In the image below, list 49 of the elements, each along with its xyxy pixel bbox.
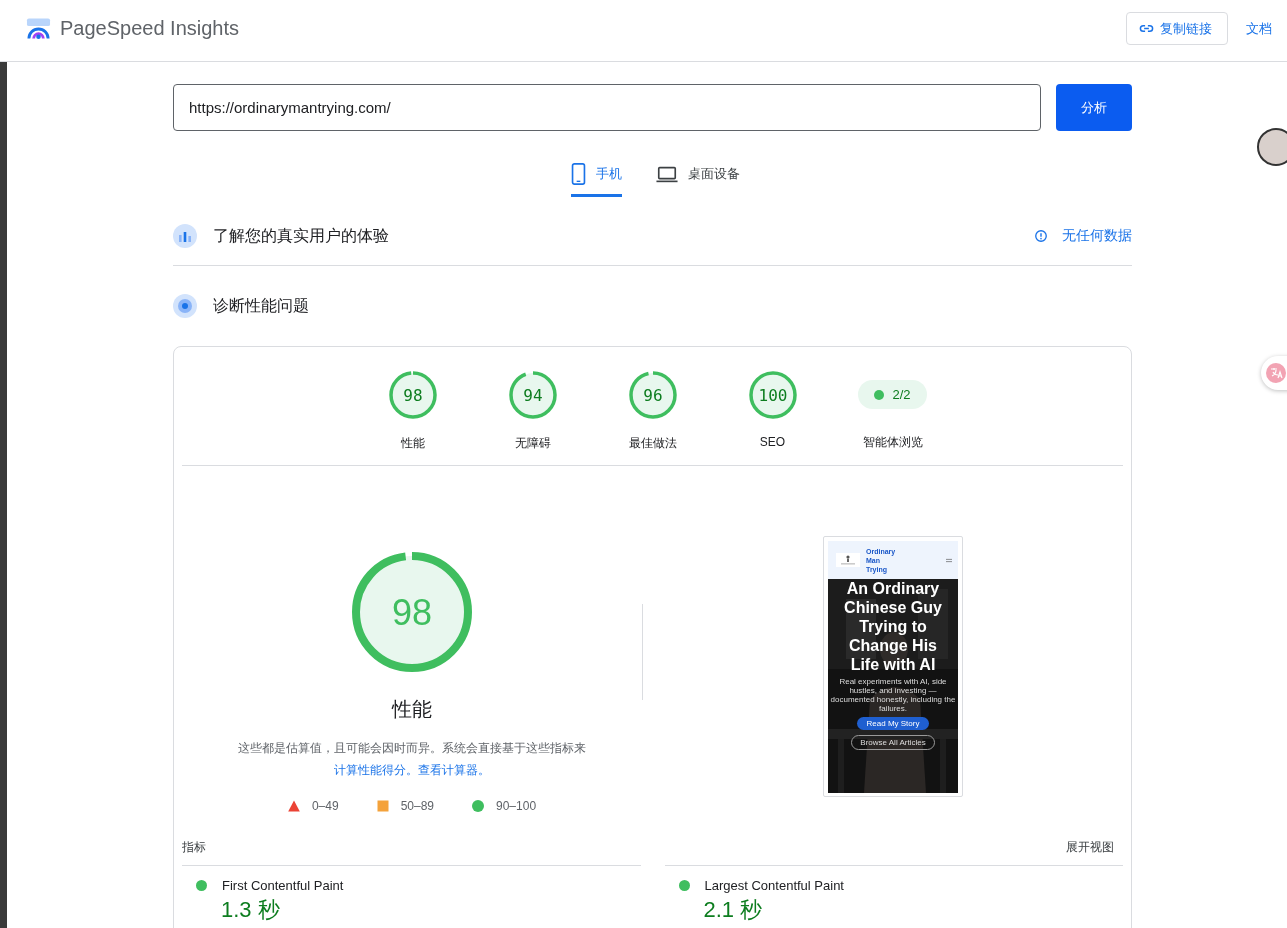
category-label: 智能体浏览 <box>862 434 923 451</box>
category-label: 最佳做法 <box>628 435 677 452</box>
circle-icon <box>472 799 484 812</box>
performance-title: 性能 <box>392 696 432 722</box>
status-dot <box>196 880 207 891</box>
metric-value: 2.1 秒 <box>702 896 764 924</box>
radar-badge-icon <box>173 294 197 318</box>
score-description: 这些都是估算值，且可能会因时而异。系统会直接基于这些指标来 计算性能得分。查看计算器。 <box>237 739 587 779</box>
score-pill: 2/2 <box>858 380 927 409</box>
section-title: 了解您的真实用户的体验 <box>213 225 389 246</box>
device-tab[interactable]: 桌面设备 <box>656 159 740 197</box>
hero-headline: An Ordinary Chinese Guy Trying to Change His Life with AI <box>843 579 943 674</box>
performance-gauge: 98 <box>350 549 474 674</box>
legend-label: 90–100 <box>496 798 537 813</box>
analyze-button[interactable]: 分析 <box>1056 84 1132 131</box>
metric-name: Largest Contentful Paint <box>704 878 844 893</box>
docs-link[interactable]: 文档 <box>1246 19 1272 38</box>
app-title: PageSpeed Insights <box>60 17 240 40</box>
phone-icon <box>571 163 586 185</box>
category-label: 性能 <box>400 435 425 452</box>
score-gauge: 98 <box>387 370 438 420</box>
metrics-heading: 指标 <box>182 838 206 856</box>
laptop-icon <box>656 165 678 183</box>
avatar[interactable] <box>1257 128 1287 166</box>
section-title: 诊断性能问题 <box>213 295 309 316</box>
expand-view-link[interactable]: 展开视图 <box>1066 838 1114 856</box>
status-dot <box>678 880 690 891</box>
triangle-icon <box>287 799 300 812</box>
score-calculation-link[interactable]: 计算性能得分。 <box>334 762 418 777</box>
legend-label: 0–49 <box>311 798 339 813</box>
bar-chart-badge-icon <box>173 224 197 248</box>
category-label: SEO <box>759 435 786 449</box>
score-gauge: 100 <box>747 370 798 420</box>
score-gauge: 94 <box>507 370 558 420</box>
copy-link-button[interactable]: 复制链接 <box>1126 12 1228 45</box>
gauge-logo-icon <box>26 16 51 41</box>
metric-name: First Contentful Paint <box>222 878 344 893</box>
legend-label: 50–89 <box>400 798 434 813</box>
hero-subtitle: Real experiments with AI, side hustles, and investing — documented honestly, including the failures. <box>830 677 956 713</box>
device-tab[interactable]: 手机 <box>571 159 622 197</box>
category-label: 无障碍 <box>514 435 551 452</box>
url-input-field[interactable]: https://ordinarymantrying.com/ <box>173 84 1041 131</box>
menu-icon <box>946 557 952 563</box>
info-icon <box>1034 229 1048 243</box>
calculator-link[interactable]: 查看计算器。 <box>418 762 490 777</box>
square-icon <box>376 799 389 812</box>
no-data-status: 无任何数据 <box>1062 227 1132 245</box>
score-gauge: 96 <box>627 370 678 420</box>
metric-value: 1.3 秒 <box>220 896 281 924</box>
